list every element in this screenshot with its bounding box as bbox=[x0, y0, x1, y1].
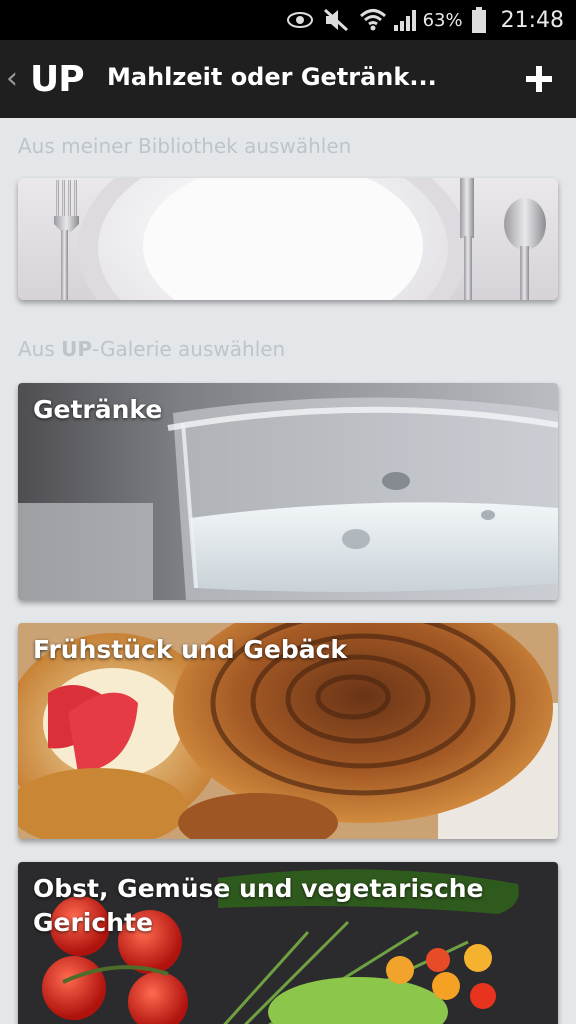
back-button[interactable]: ‹ UP bbox=[0, 40, 100, 118]
battery-percent: 63% bbox=[422, 9, 463, 31]
category-card-breakfast[interactable]: Frühstück und Gebäck bbox=[18, 623, 558, 839]
plus-icon bbox=[526, 66, 552, 92]
gallery-section-label: Aus UP-Galerie auswählen bbox=[18, 337, 285, 361]
gallery-label-brand: UP bbox=[61, 337, 93, 361]
action-bar: ‹ UP Mahlzeit oder Getränk... bbox=[0, 40, 576, 118]
back-chevron-icon: ‹ bbox=[6, 61, 18, 96]
category-card-vegetables[interactable]: Obst, Gemüse und vegetarische Gerichte bbox=[18, 862, 558, 1024]
battery-icon bbox=[469, 6, 489, 34]
signal-icon bbox=[391, 8, 421, 32]
category-title-vegetables: Obst, Gemüse und vegetarische Gerichte bbox=[33, 872, 543, 940]
category-title-drinks: Getränke bbox=[33, 395, 163, 424]
clock: 21:48 bbox=[500, 7, 564, 33]
category-card-drinks[interactable]: Getränke bbox=[18, 383, 558, 600]
library-section-label: Aus meiner Bibliothek auswählen bbox=[18, 134, 352, 158]
status-bar: 63% 21:48 bbox=[0, 0, 576, 40]
eye-icon bbox=[283, 11, 317, 29]
add-button[interactable] bbox=[516, 56, 562, 102]
category-title-vegetables-text: Obst, Gemüse und vegetarische Gerichte bbox=[33, 874, 484, 937]
wifi-icon bbox=[355, 7, 391, 33]
my-library-card[interactable] bbox=[18, 178, 558, 300]
page-title: Mahlzeit oder Getränk... bbox=[107, 63, 437, 91]
mute-icon bbox=[317, 7, 355, 33]
gallery-label-prefix: Aus bbox=[18, 337, 62, 361]
category-title-breakfast: Frühstück und Gebäck bbox=[33, 635, 348, 664]
up-logo: UP bbox=[30, 58, 85, 100]
tableware-image bbox=[18, 178, 558, 300]
gallery-label-suffix: -Galerie auswählen bbox=[92, 337, 286, 361]
